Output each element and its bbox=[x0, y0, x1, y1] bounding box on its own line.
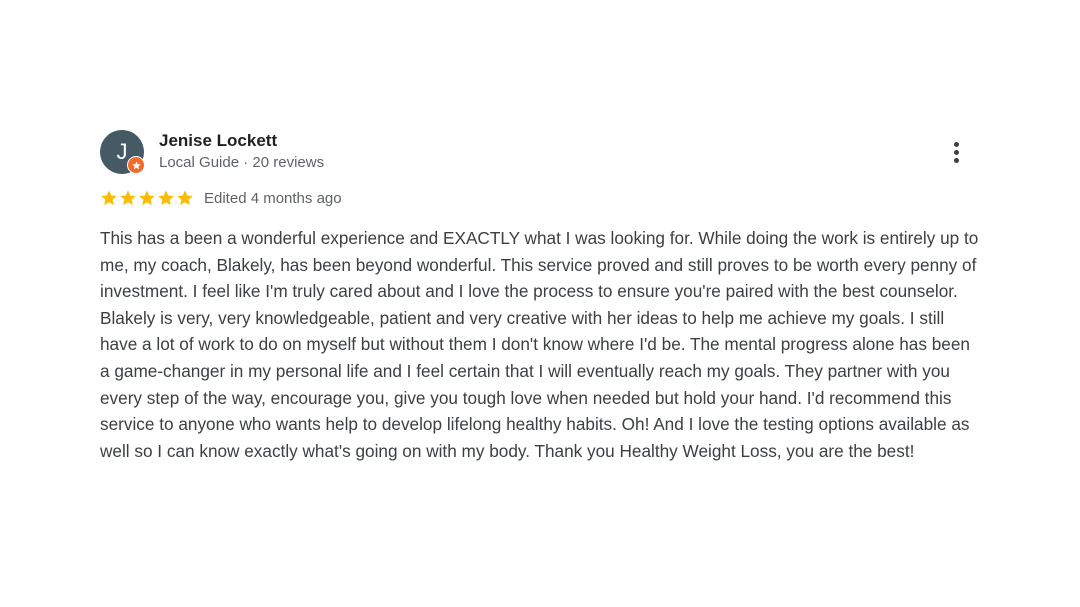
more-vertical-icon-dot bbox=[953, 157, 959, 163]
review-card: J Jenise Lockett Local Guide · 20 review… bbox=[100, 128, 980, 461]
star-icon bbox=[158, 190, 174, 206]
star-icon bbox=[120, 190, 136, 206]
rating-row: Edited 4 months ago bbox=[100, 188, 342, 208]
more-vertical-icon bbox=[953, 141, 959, 147]
more-vertical-icon-dot bbox=[953, 149, 959, 155]
star-icon bbox=[177, 190, 193, 206]
star-icon bbox=[101, 190, 117, 206]
local-guide-star-icon bbox=[127, 156, 145, 174]
edited-timestamp: Edited 4 months ago bbox=[204, 189, 342, 207]
review-text: This has a been a wonderful experience a… bbox=[100, 228, 979, 461]
star-icon bbox=[139, 190, 155, 206]
reviewer-meta[interactable]: Local Guide · 20 reviews bbox=[159, 154, 324, 171]
review-header: J Jenise Lockett Local Guide · 20 review… bbox=[100, 128, 980, 176]
more-options-button[interactable] bbox=[944, 136, 968, 168]
reviewer-name[interactable]: Jenise Lockett bbox=[159, 131, 277, 151]
star-rating bbox=[100, 189, 194, 207]
avatar-initial: J bbox=[116, 139, 128, 164]
